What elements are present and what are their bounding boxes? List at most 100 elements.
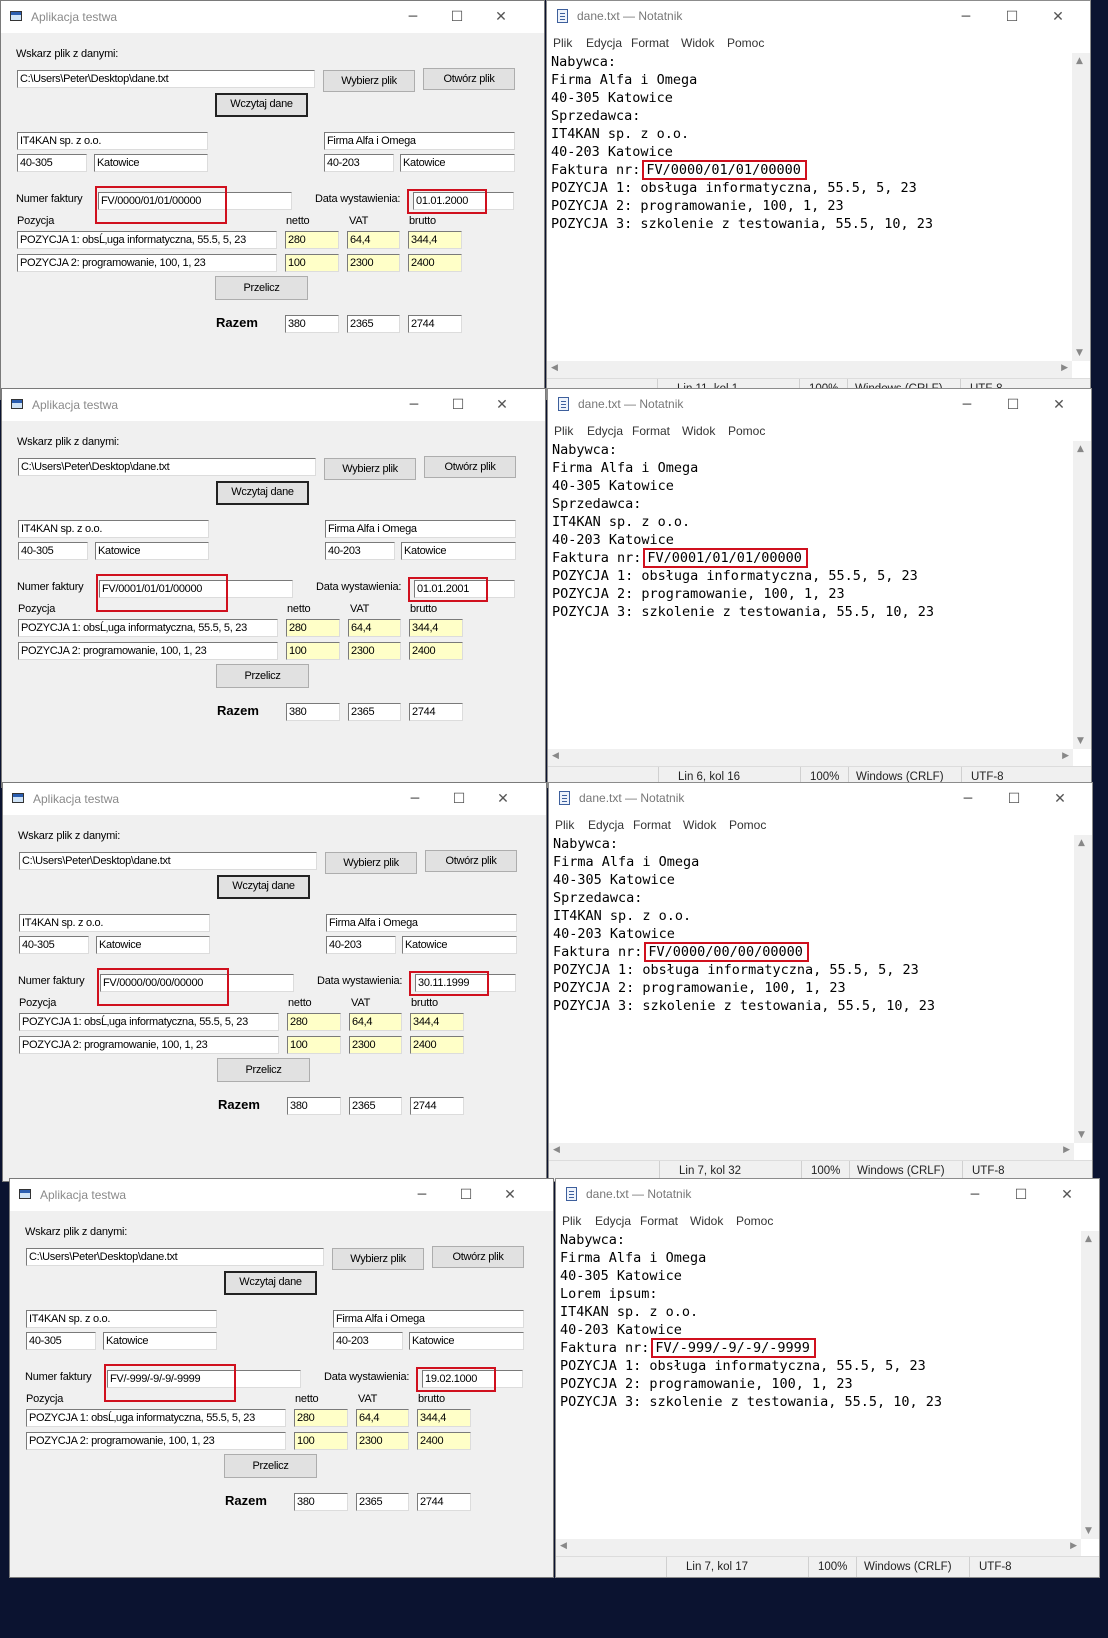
menu-widok[interactable]: Widok (683, 818, 716, 832)
notepad-titlebar[interactable]: dane.txt — Notatnik ─ ☐ ✕ (548, 389, 1091, 421)
menu-widok[interactable]: Widok (690, 1214, 723, 1228)
maximize-icon[interactable]: ☐ (991, 393, 1035, 417)
menu-pomoc[interactable]: Pomoc (736, 1214, 773, 1228)
scroll-left-icon[interactable]: ◀ (560, 1541, 567, 1551)
load-data-button[interactable]: Wczytaj dane (215, 93, 308, 117)
file-path-input[interactable]: C:\Users\Peter\Desktop\dane.txt (19, 852, 317, 870)
invoice-number-input[interactable]: FV/-999/-9/-9/-9999 (107, 1370, 301, 1388)
buyer-city-input[interactable]: Katowice (94, 154, 208, 172)
seller-city-input[interactable]: Katowice (401, 542, 516, 560)
menu-plik[interactable]: Plik (562, 1214, 581, 1228)
close-icon[interactable]: ✕ (479, 5, 523, 29)
issue-date-input[interactable]: 01.01.2000 (413, 192, 514, 210)
menu-edycja[interactable]: Edycja (587, 424, 623, 438)
minimize-icon[interactable]: ─ (400, 1183, 444, 1207)
scroll-up-icon[interactable]: ▲ (1085, 1234, 1092, 1244)
menu-format[interactable]: Format (633, 818, 671, 832)
minimize-icon[interactable]: ─ (946, 787, 990, 811)
load-data-button[interactable]: Wczytaj dane (216, 481, 309, 505)
scroll-down-icon[interactable]: ▼ (1085, 1526, 1092, 1536)
horizontal-scrollbar[interactable]: ◀ ▶ (556, 1539, 1081, 1556)
invoice-number-input[interactable]: FV/0000/01/01/00000 (98, 192, 292, 210)
app-titlebar[interactable]: Aplikacja testwa ─ ☐ ✕ (10, 1179, 553, 1211)
close-icon[interactable]: ✕ (1038, 787, 1082, 811)
vertical-scrollbar[interactable]: ▲ ▼ (1072, 53, 1090, 361)
close-icon[interactable]: ✕ (480, 393, 524, 417)
app-titlebar[interactable]: Aplikacja testwa ─ ☐ ✕ (3, 783, 546, 815)
minimize-icon[interactable]: ─ (945, 393, 989, 417)
seller-name-input[interactable]: Firma Alfa i Omega (326, 914, 517, 932)
close-icon[interactable]: ✕ (1037, 393, 1081, 417)
notepad-titlebar[interactable]: dane.txt — Notatnik ─ ☐ ✕ (549, 783, 1092, 815)
seller-zip-input[interactable]: 40-203 (325, 542, 395, 560)
item2-description-input[interactable]: POZYCJA 2: programowanie, 100, 1, 23 (19, 1036, 279, 1054)
maximize-icon[interactable]: ☐ (999, 1183, 1043, 1207)
seller-name-input[interactable]: Firma Alfa i Omega (333, 1310, 524, 1328)
maximize-icon[interactable]: ☐ (444, 1183, 488, 1207)
recalculate-button[interactable]: Przelicz (215, 276, 308, 300)
vertical-scrollbar[interactable]: ▲ ▼ (1073, 441, 1091, 749)
seller-name-input[interactable]: Firma Alfa i Omega (324, 132, 515, 150)
scroll-left-icon[interactable]: ◀ (551, 363, 558, 373)
scroll-left-icon[interactable]: ◀ (553, 1145, 560, 1155)
buyer-zip-input[interactable]: 40-305 (18, 542, 88, 560)
buyer-zip-input[interactable]: 40-305 (17, 154, 87, 172)
buyer-name-input[interactable]: IT4KAN sp. z o.o. (18, 520, 209, 538)
file-path-input[interactable]: C:\Users\Peter\Desktop\dane.txt (17, 70, 315, 88)
open-file-button[interactable]: Otwórz plik (432, 1246, 524, 1268)
horizontal-scrollbar[interactable]: ◀ ▶ (549, 1143, 1074, 1160)
seller-name-input[interactable]: Firma Alfa i Omega (325, 520, 516, 538)
recalculate-button[interactable]: Przelicz (217, 1058, 310, 1082)
buyer-name-input[interactable]: IT4KAN sp. z o.o. (19, 914, 210, 932)
item1-description-input[interactable]: POZYCJA 1: obsĹ‚uga informatyczna, 55.5,… (19, 1013, 279, 1031)
notepad-text-area[interactable]: Nabywca: Firma Alfa i Omega 40-305 Katow… (548, 441, 1073, 749)
issue-date-input[interactable]: 19.02.1000 (422, 1370, 523, 1388)
menu-edycja[interactable]: Edycja (595, 1214, 631, 1228)
minimize-icon[interactable]: ─ (391, 5, 435, 29)
close-icon[interactable]: ✕ (488, 1183, 532, 1207)
maximize-icon[interactable]: ☐ (992, 787, 1036, 811)
item1-description-input[interactable]: POZYCJA 1: obsĹ‚uga informatyczna, 55.5,… (17, 231, 277, 249)
item2-description-input[interactable]: POZYCJA 2: programowanie, 100, 1, 23 (18, 642, 278, 660)
notepad-titlebar[interactable]: dane.txt — Notatnik ─ ☐ ✕ (547, 1, 1090, 33)
app-titlebar[interactable]: Aplikacja testwa ─ ☐ ✕ (1, 1, 544, 33)
buyer-zip-input[interactable]: 40-305 (19, 936, 89, 954)
horizontal-scrollbar[interactable]: ◀ ▶ (547, 361, 1072, 378)
vertical-scrollbar[interactable]: ▲ ▼ (1081, 1231, 1099, 1539)
menu-edycja[interactable]: Edycja (588, 818, 624, 832)
notepad-text-area[interactable]: Nabywca: Firma Alfa i Omega 40-305 Katow… (556, 1231, 1081, 1539)
minimize-icon[interactable]: ─ (393, 787, 437, 811)
invoice-number-input[interactable]: FV/0000/00/00/00000 (100, 974, 294, 992)
invoice-number-input[interactable]: FV/0001/01/01/00000 (99, 580, 293, 598)
seller-zip-input[interactable]: 40-203 (326, 936, 396, 954)
notepad-titlebar[interactable]: dane.txt — Notatnik ─ ☐ ✕ (556, 1179, 1099, 1211)
scroll-up-icon[interactable]: ▲ (1078, 838, 1085, 848)
maximize-icon[interactable]: ☐ (990, 5, 1034, 29)
buyer-name-input[interactable]: IT4KAN sp. z o.o. (17, 132, 208, 150)
scroll-up-icon[interactable]: ▲ (1077, 444, 1084, 454)
choose-file-button[interactable]: Wybierz plik (325, 852, 417, 874)
scroll-right-icon[interactable]: ▶ (1063, 1145, 1070, 1155)
scroll-left-icon[interactable]: ◀ (552, 751, 559, 761)
scroll-right-icon[interactable]: ▶ (1062, 751, 1069, 761)
open-file-button[interactable]: Otwórz plik (423, 68, 515, 90)
vertical-scrollbar[interactable]: ▲ ▼ (1074, 835, 1092, 1143)
menu-pomoc[interactable]: Pomoc (729, 818, 766, 832)
horizontal-scrollbar[interactable]: ◀ ▶ (548, 749, 1073, 766)
open-file-button[interactable]: Otwórz plik (425, 850, 517, 872)
seller-zip-input[interactable]: 40-203 (333, 1332, 403, 1350)
load-data-button[interactable]: Wczytaj dane (217, 875, 310, 899)
issue-date-input[interactable]: 01.01.2001 (414, 580, 515, 598)
scroll-down-icon[interactable]: ▼ (1077, 736, 1084, 746)
buyer-zip-input[interactable]: 40-305 (26, 1332, 96, 1350)
menu-widok[interactable]: Widok (681, 36, 714, 50)
menu-plik[interactable]: Plik (555, 818, 574, 832)
buyer-city-input[interactable]: Katowice (103, 1332, 217, 1350)
scroll-down-icon[interactable]: ▼ (1078, 1130, 1085, 1140)
close-icon[interactable]: ✕ (481, 787, 525, 811)
menu-plik[interactable]: Plik (554, 424, 573, 438)
seller-city-input[interactable]: Katowice (400, 154, 515, 172)
menu-plik[interactable]: Plik (553, 36, 572, 50)
scroll-up-icon[interactable]: ▲ (1076, 56, 1083, 66)
scroll-right-icon[interactable]: ▶ (1061, 363, 1068, 373)
